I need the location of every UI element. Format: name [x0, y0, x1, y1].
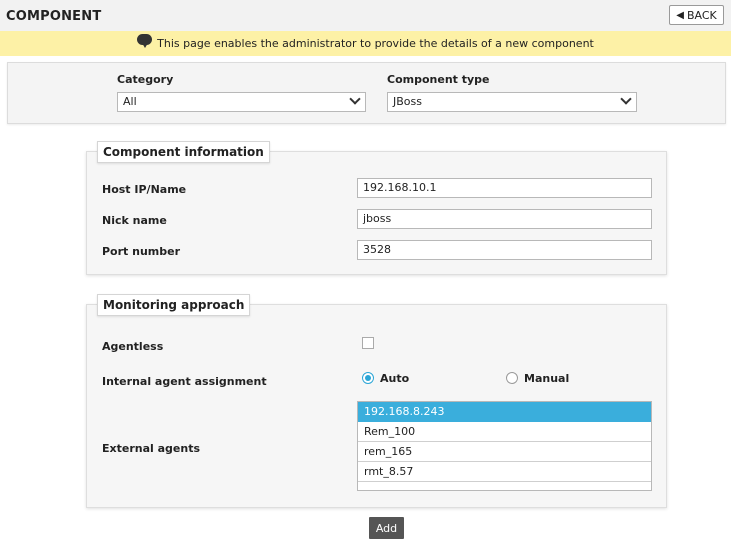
auto-radio-label: Auto: [380, 372, 410, 385]
back-button-label: BACK: [686, 8, 717, 22]
page-header: COMPONENT ◀ BACK: [0, 0, 731, 31]
manual-radio-label: Manual: [524, 372, 570, 385]
list-item[interactable]: 192.168.8.243: [358, 402, 651, 422]
chevron-down-icon: [349, 93, 361, 105]
component-type-label: Component type: [387, 73, 490, 86]
back-button[interactable]: ◀ BACK: [669, 5, 724, 25]
host-input[interactable]: 192.168.10.1: [357, 178, 652, 198]
page-title: COMPONENT: [6, 9, 102, 24]
list-item[interactable]: rmt_8.57: [358, 462, 651, 482]
host-label: Host IP/Name: [102, 183, 187, 196]
back-arrow-icon: ◀: [676, 9, 684, 21]
manual-radio[interactable]: [506, 372, 518, 384]
port-input[interactable]: 3528: [357, 240, 652, 260]
component-type-value: JBoss: [393, 95, 422, 108]
agentless-label: Agentless: [102, 340, 164, 353]
info-banner: This page enables the administrator to p…: [0, 31, 731, 56]
nick-name-input[interactable]: jboss: [357, 209, 652, 229]
port-label: Port number: [102, 245, 181, 258]
auto-radio[interactable]: [362, 372, 374, 384]
external-agents-list[interactable]: 192.168.8.243 Rem_100 rem_165 rmt_8.57: [357, 401, 652, 491]
category-label: Category: [117, 73, 174, 86]
external-agents-label: External agents: [102, 442, 201, 455]
internal-agent-label: Internal agent assignment: [102, 375, 267, 388]
category-value: All: [123, 95, 137, 108]
monitoring-legend: Monitoring approach: [97, 294, 251, 316]
info-message: This page enables the administrator to p…: [157, 37, 594, 50]
component-info-legend: Component information: [97, 141, 270, 163]
agentless-checkbox[interactable]: [362, 337, 374, 349]
category-select[interactable]: All: [117, 92, 366, 112]
list-item[interactable]: rem_165: [358, 442, 651, 462]
list-item[interactable]: Rem_100: [358, 422, 651, 442]
speech-bubble-icon: [137, 34, 153, 48]
component-type-select[interactable]: JBoss: [387, 92, 637, 112]
nick-name-label: Nick name: [102, 214, 167, 227]
add-button[interactable]: Add: [369, 517, 404, 539]
chevron-down-icon: [620, 93, 632, 105]
